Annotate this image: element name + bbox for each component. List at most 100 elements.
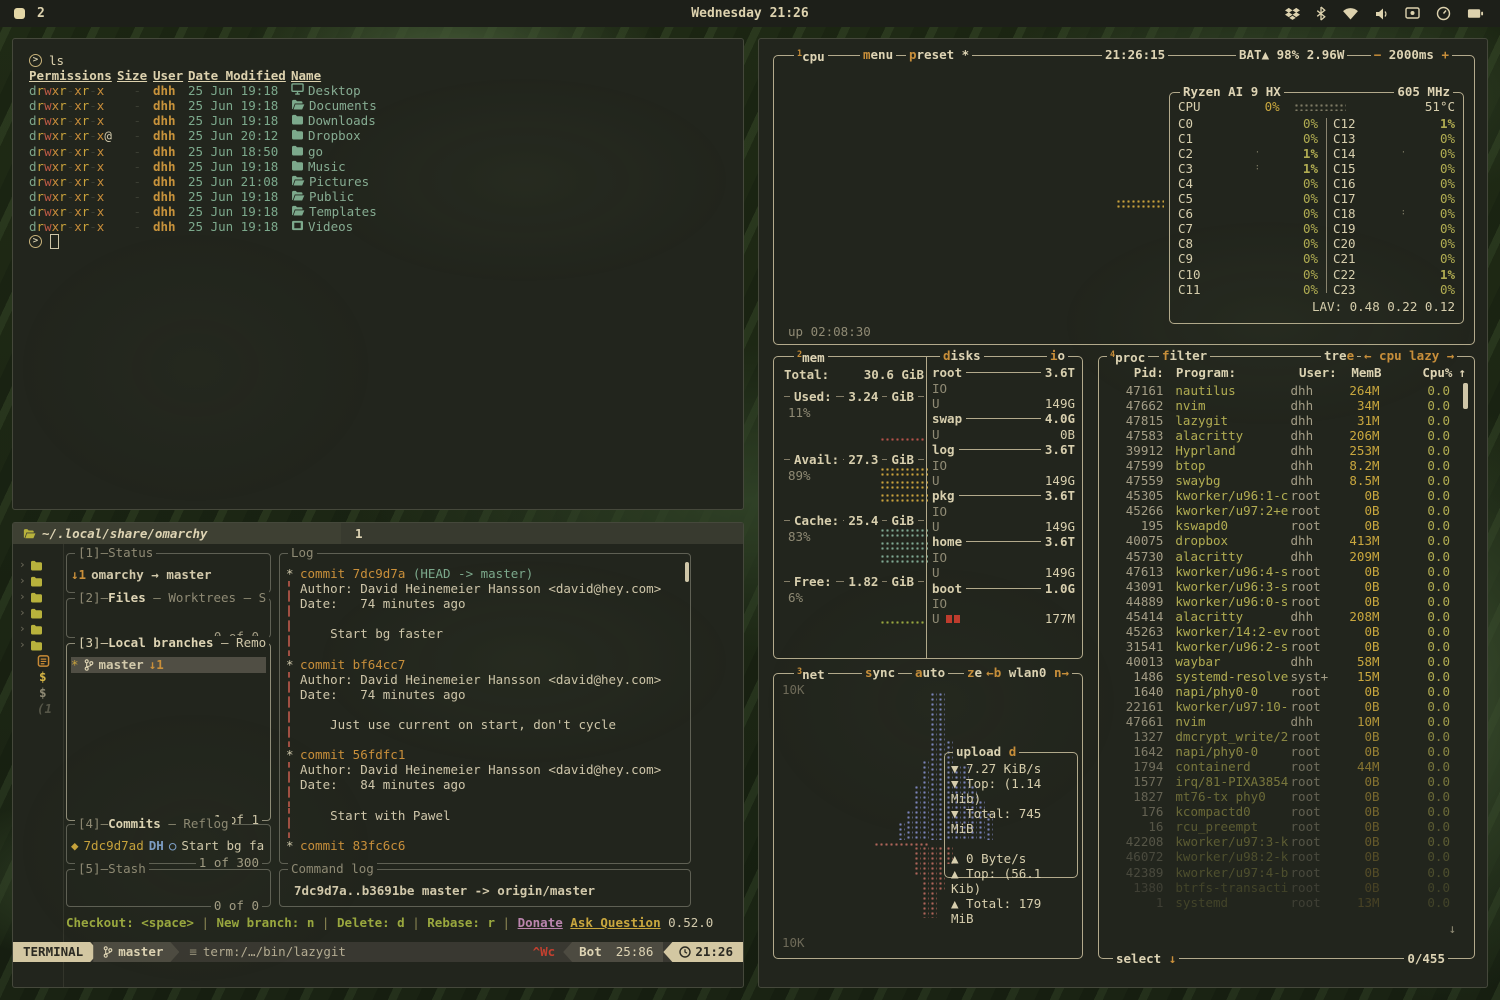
toggle-key[interactable]: d <box>1009 744 1017 759</box>
process-row[interactable]: 40075 dropbox dhh 413M 0.0 <box>1105 533 1450 548</box>
process-row[interactable]: 40013 waybar dhh 58M 0.0 <box>1105 654 1450 669</box>
nvim-lazygit-window[interactable]: ~/.local/share/omarchy 1 › › › › › › $ $… <box>12 522 744 988</box>
process-name: kworker/u98:2-kv <box>1175 849 1288 864</box>
process-row[interactable]: 1486 systemd-resolve syst+ 15M 0.0 <box>1105 669 1450 684</box>
proc-tree-toggle[interactable]: tree <box>1321 348 1357 363</box>
tree-scroll-item[interactable] <box>13 653 63 669</box>
next-interface[interactable]: n→ <box>1054 665 1069 680</box>
lazygit-files-panel[interactable]: [2]—Files — Worktrees — S 0 of 0 <box>66 598 271 638</box>
key-rebase[interactable]: r <box>488 915 496 930</box>
branch-row-selected[interactable]: * master ↓1 <box>71 657 266 673</box>
disks-title[interactable]: disks <box>940 348 984 363</box>
process-row[interactable]: 16 rcu_preempt root 0B 0.0 <box>1105 819 1450 834</box>
lazygit-commits-panel[interactable]: [4]—Commits — Reflog ◆ 7dc9d7ad DH ○ Sta… <box>66 824 271 864</box>
process-row[interactable]: 31541 kworker/u96:2-sd root 0B 0.0 <box>1105 639 1450 654</box>
process-row[interactable]: 1827 mt76-tx phy0 root 0B 0.0 <box>1105 789 1450 804</box>
process-row[interactable]: 47161 nautilus dhh 264M 0.0 <box>1105 383 1450 398</box>
prompt-line-2[interactable]: > <box>29 234 743 249</box>
log-commit-line[interactable]: commit 83fc6c6 <box>300 838 405 853</box>
tree-folder-item[interactable]: › <box>13 557 63 573</box>
process-pid: 47613 <box>1105 564 1163 579</box>
proc-scrollbar[interactable] <box>1463 383 1468 409</box>
tree-file-item[interactable]: $ <box>13 685 63 701</box>
btop-window[interactable]: 1cpu menu preset * 21:26:15 BAT▲ 98% 2.9… <box>758 38 1488 988</box>
prev-interface[interactable]: ←b <box>986 665 1001 680</box>
menu-button[interactable]: menu <box>860 47 896 62</box>
lazygit-status-panel[interactable]: [1]—Status ↓1omarchy → master <box>66 553 271 593</box>
process-row[interactable]: 1380 btrfs-transactio root 0B 0.0 <box>1105 880 1450 895</box>
tree-file-item[interactable]: (1 <box>13 701 63 717</box>
tree-folder-item[interactable]: › <box>13 637 63 653</box>
proc-box-title[interactable]: 4proc <box>1107 348 1148 365</box>
tab-number[interactable]: 1 <box>355 526 363 541</box>
key-delete[interactable]: d <box>397 915 405 930</box>
process-row[interactable]: 1794 containerd root 44M 0.0 <box>1105 759 1450 774</box>
process-row[interactable]: 176 kcompactd0 root 0B 0.0 <box>1105 804 1450 819</box>
file-tree-sidebar[interactable]: › › › › › › $ $ (1 <box>13 544 64 987</box>
process-row[interactable]: 22161 kworker/u97:10-k root 0B 0.0 <box>1105 699 1450 714</box>
process-row[interactable]: 47815 lazygit dhh 31M 0.0 <box>1105 413 1450 428</box>
lazygit-log-panel[interactable]: Log *commit 7dc9d7a (HEAD -> master) Aut… <box>279 553 691 864</box>
donate-link[interactable]: Donate <box>518 915 563 930</box>
proc-scroll-down[interactable]: ↓ <box>1448 921 1456 936</box>
process-row[interactable]: 1640 napi/phy0-0 root 0B 0.0 <box>1105 684 1450 699</box>
log-commit-line[interactable]: commit bf64cc7 <box>300 657 405 672</box>
io-toggle[interactable]: io <box>1047 348 1068 363</box>
process-row[interactable]: 45266 kworker/u97:2+ev root 0B 0.0 <box>1105 503 1450 518</box>
key-checkout[interactable]: <space> <box>141 915 194 930</box>
process-row[interactable]: 47559 swaybg dhh 8.5M 0.0 <box>1105 473 1450 488</box>
cwd-segment[interactable]: ~/.local/share/omarchy <box>13 523 341 544</box>
proc-filter-button[interactable]: filter <box>1159 348 1210 363</box>
process-row[interactable]: 46072 kworker/u98:2-kv root 0B 0.0 <box>1105 849 1450 864</box>
log-commit-line[interactable]: commit 7dc9d7a <box>300 566 405 581</box>
net-auto-toggle[interactable]: auto <box>912 665 948 680</box>
process-name: kswapd0 <box>1175 518 1288 533</box>
proc-select-hint[interactable]: select ↓ <box>1113 951 1179 966</box>
lazygit-branches-panel[interactable]: [3]—Local branches — Remo * master ↓1 1 … <box>66 643 271 821</box>
process-row[interactable]: 45414 alacritty dhh 208M 0.0 <box>1105 609 1450 624</box>
preset-button[interactable]: preset * <box>906 47 972 62</box>
process-row[interactable]: 47613 kworker/u96:4-sd root 0B 0.0 <box>1105 564 1450 579</box>
cpu-box-title[interactable]: 1cpu <box>794 47 828 64</box>
process-row[interactable]: 45305 kworker/u96:1-co root 0B 0.0 <box>1105 488 1450 503</box>
net-box-title[interactable]: 3net <box>794 665 828 682</box>
process-row[interactable]: 42208 kworker/u97:3-kc root 0B 0.0 <box>1105 834 1450 849</box>
process-row[interactable]: 44889 kworker/u96:0-sd root 0B 0.0 <box>1105 594 1450 609</box>
proc-sort-switcher[interactable]: ← cpu lazy → <box>1361 348 1457 363</box>
interval-increase[interactable]: + <box>1441 47 1449 62</box>
tree-folder-item[interactable]: › <box>13 605 63 621</box>
process-row[interactable]: 39912 Hyprland dhh 253M 0.0 <box>1105 443 1450 458</box>
process-row[interactable]: 47662 nvim dhh 34M 0.0 <box>1105 398 1450 413</box>
tree-folder-item[interactable]: › <box>13 621 63 637</box>
tree-folder-item[interactable]: › <box>13 589 63 605</box>
process-row[interactable]: 1642 napi/phy0-0 root 0B 0.0 <box>1105 744 1450 759</box>
tree-folder-item[interactable]: › <box>13 573 63 589</box>
process-row[interactable]: 195 kswapd0 root 0B 0.0 <box>1105 518 1450 533</box>
log-commit-line[interactable]: commit 56fdfc1 <box>300 747 405 762</box>
process-row[interactable]: 43091 kworker/u96:3-sd root 0B 0.0 <box>1105 579 1450 594</box>
process-row[interactable]: 47661 nvim dhh 10M 0.0 <box>1105 714 1450 729</box>
process-row[interactable]: 1 systemd root 13M 0.0 <box>1105 895 1450 910</box>
net-sync-toggle[interactable]: sync <box>862 665 898 680</box>
process-row[interactable]: 45730 alacritty dhh 209M 0.0 <box>1105 549 1450 564</box>
lazygit-stash-panel[interactable]: [5]—Stash 0 of 0 <box>66 869 271 907</box>
net-scale-bottom: 10K <box>782 935 805 950</box>
terminal-ls-window[interactable]: > ls Permissions Size User Date Modified… <box>12 38 744 510</box>
version-label: 0.52.0 <box>668 915 713 930</box>
process-row[interactable]: 42389 kworker/u97:4-bt root 0B 0.0 <box>1105 865 1450 880</box>
ask-question-link[interactable]: Ask Question <box>570 915 660 930</box>
statusline-clock: 21:26 <box>663 942 743 962</box>
process-row[interactable]: 47583 alacritty dhh 206M 0.0 <box>1105 428 1450 443</box>
process-row[interactable]: 1577 irq/81-PIXA3854: root 0B 0.0 <box>1105 774 1450 789</box>
net-interface-switcher[interactable]: ←b wlan0 n→ <box>983 665 1072 680</box>
proc-scroll-up[interactable]: ↑ <box>1458 365 1466 380</box>
process-row[interactable]: 47599 btop dhh 8.2M 0.0 <box>1105 458 1450 473</box>
interval-decrease[interactable]: − <box>1374 47 1382 62</box>
process-row[interactable]: 45263 kworker/14:2-eve root 0B 0.0 <box>1105 624 1450 639</box>
process-memory: 0B <box>1335 639 1380 654</box>
process-row[interactable]: 1327 dmcrypt_write/25 root 0B 0.0 <box>1105 729 1450 744</box>
log-scrollbar[interactable] <box>685 562 689 582</box>
commit-row[interactable]: ◆ 7dc9d7ad DH ○ Start bg fa <box>71 838 266 854</box>
proc-count: 0/455 <box>1404 951 1448 966</box>
tree-file-item[interactable]: $ <box>13 669 63 685</box>
